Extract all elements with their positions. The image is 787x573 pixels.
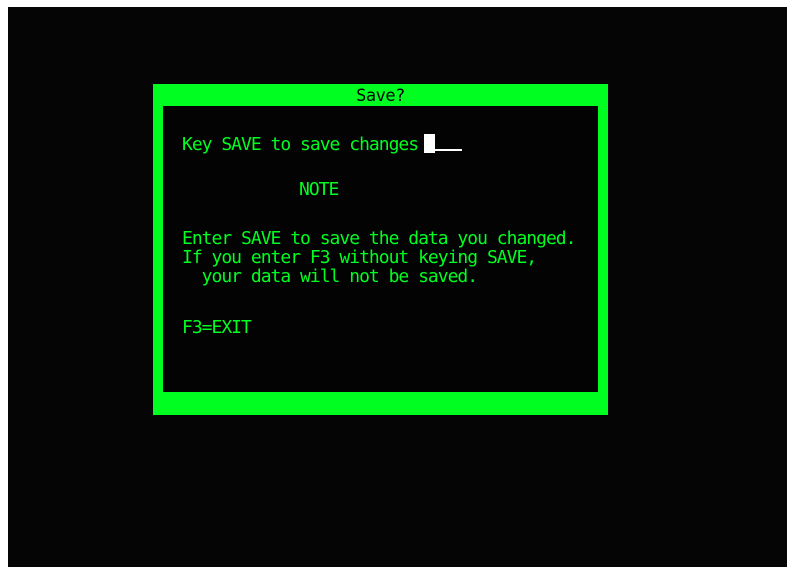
save-input-field[interactable] <box>435 148 463 151</box>
note-heading: NOTE <box>299 179 339 200</box>
dialog-title: Save? <box>356 86 405 106</box>
message-line-3: your data will not be saved. <box>182 266 478 287</box>
f3-exit-key[interactable]: F3=EXIT <box>182 318 252 338</box>
dialog-body: Key SAVE to save changes NOTE Enter SAVE… <box>163 106 598 392</box>
terminal-screen: Save? Key SAVE to save changes NOTE Ente… <box>8 7 787 567</box>
save-prompt-row: Key SAVE to save changes <box>182 134 463 155</box>
message-line-1: Enter SAVE to save the data you changed. <box>182 228 576 249</box>
save-dialog: Save? Key SAVE to save changes NOTE Ente… <box>153 84 608 415</box>
text-cursor <box>424 134 436 153</box>
message-line-2: If you enter F3 without keying SAVE, <box>182 247 537 268</box>
save-prompt-label: Key SAVE to save changes <box>182 134 419 155</box>
